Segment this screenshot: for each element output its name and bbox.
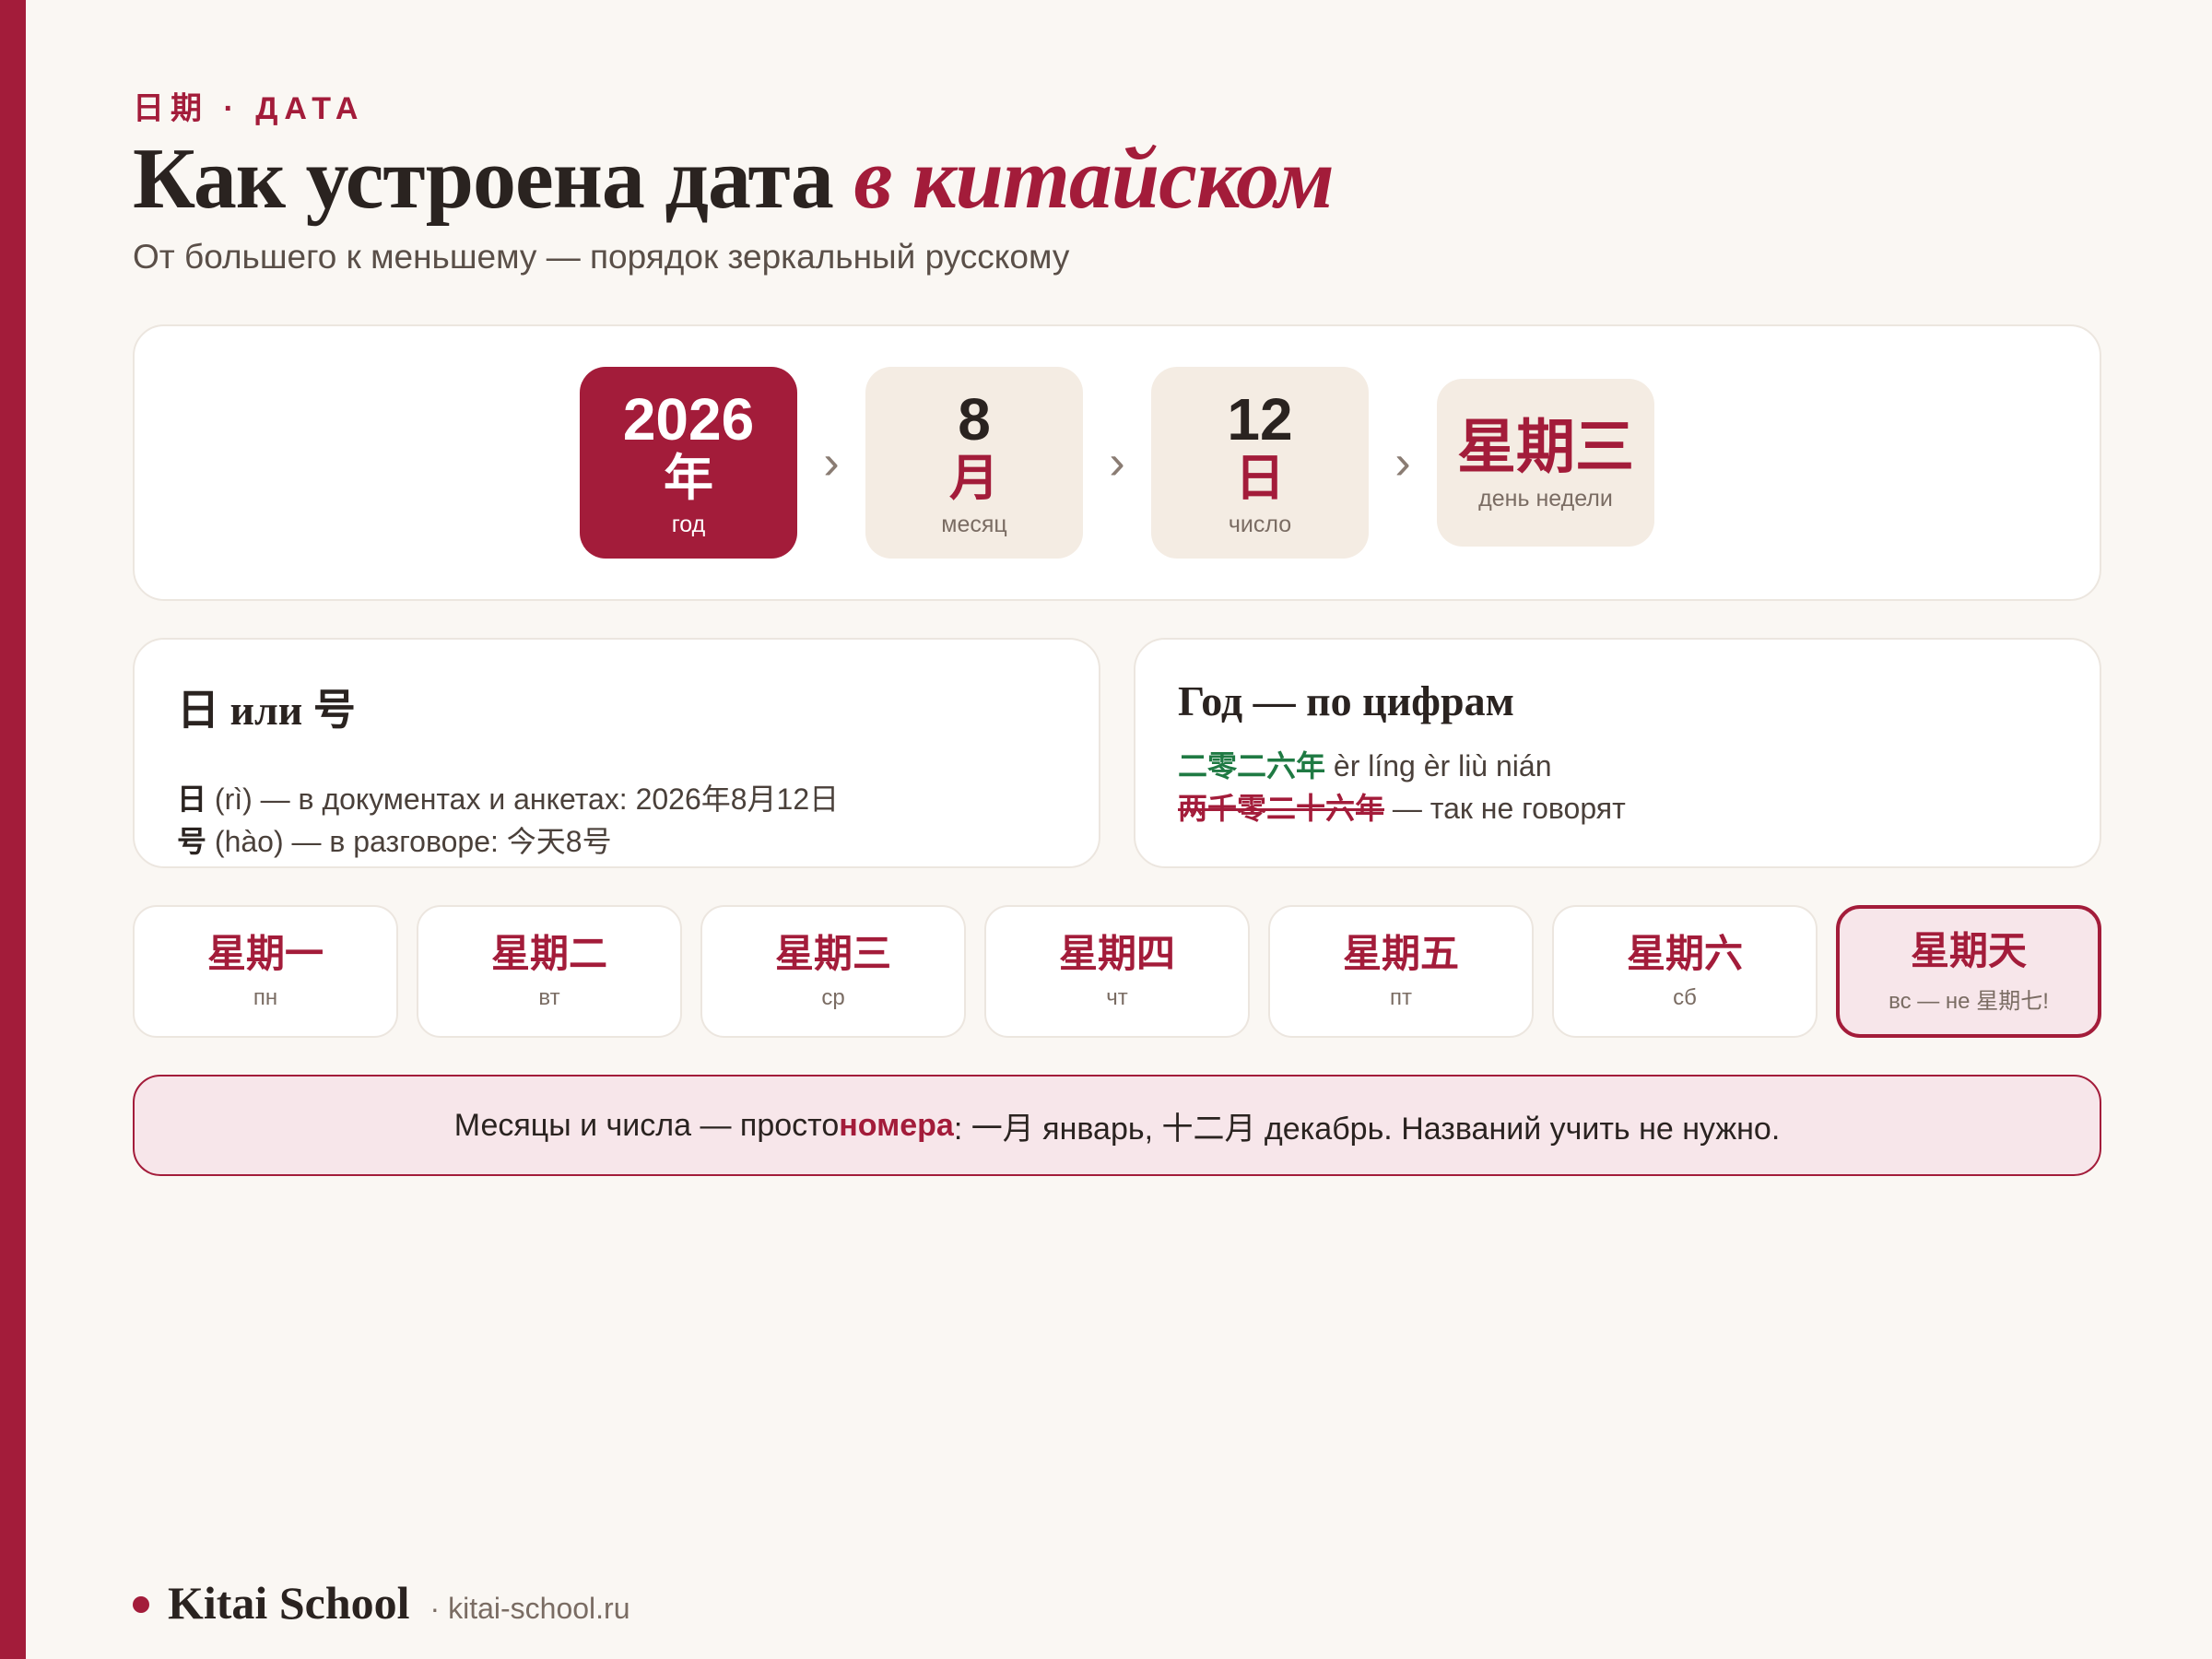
weekday-card-tue: 星期二 вт bbox=[417, 905, 682, 1038]
note-text-before: Месяцы и числа — просто bbox=[453, 1107, 840, 1143]
month-value: 8 bbox=[958, 385, 991, 453]
brand-name: Kitai School bbox=[168, 1577, 410, 1629]
hao-usage-line: 号 (hào) — в разговоре: 今天8号 bbox=[177, 818, 612, 861]
month-caption: месяц bbox=[941, 511, 1007, 537]
date-structure-card: 2026 年 год › 8 月 месяц › 12 日 число › 星期… bbox=[133, 324, 2101, 601]
wrong-year-line: 两千零二十六年 — так не говорят bbox=[1178, 785, 1626, 828]
brand-url[interactable]: · kitai-school.ru bbox=[430, 1592, 630, 1626]
ri-usage-line: 日 (rì) — в документах и анкетах: 2026年8月… bbox=[177, 776, 839, 818]
weekday-caption: вс — не 星期七! bbox=[1888, 988, 2049, 1014]
weekday-hanzi: 星期六 bbox=[1626, 932, 1743, 975]
ri-char: 日 bbox=[177, 782, 207, 816]
eyebrow-label: 日期 · ДАТА bbox=[133, 91, 365, 126]
weekday-hanzi: 星期四 bbox=[1058, 932, 1175, 975]
weekday-card-sat: 星期六 сб bbox=[1552, 905, 1818, 1038]
ri-or-hao-card: 日 или 号 日 (rì) — в документах и анкетах:… bbox=[133, 638, 1100, 868]
note-banner: Месяцы и числа — просто номера: 一月 январ… bbox=[133, 1075, 2101, 1176]
ri-or-hao-title: 日 или 号 bbox=[177, 687, 356, 734]
ri-text: (rì) — в документах и анкетах: 2026年8月12… bbox=[206, 782, 840, 816]
title-accent: в китайском bbox=[853, 131, 1334, 227]
weekday-hanzi: 星期五 bbox=[1342, 932, 1459, 975]
chevron-right-icon: › bbox=[1394, 436, 1411, 489]
correct-year-line: 二零二六年 èr líng èr liù nián bbox=[1178, 743, 1551, 785]
weekday-hanzi: 星期天 bbox=[1910, 928, 2027, 972]
note-highlight: номера bbox=[839, 1107, 954, 1143]
weekday-card-thu: 星期四 чт bbox=[984, 905, 1250, 1038]
weekday-caption: пн bbox=[253, 985, 278, 1010]
correct-year-pinyin: èr líng èr liù nián bbox=[1325, 749, 1552, 782]
date-part-month: 8 月 месяц bbox=[865, 367, 1083, 559]
year-digits-title: Год — по цифрам bbox=[1178, 677, 1514, 724]
weekday-caption: вт bbox=[538, 985, 560, 1010]
chevron-right-icon: › bbox=[823, 436, 840, 489]
date-part-year: 2026 年 год bbox=[580, 367, 797, 559]
weekday-card-sun: 星期天 вс — не 星期七! bbox=[1836, 905, 2101, 1038]
year-caption: год bbox=[671, 511, 706, 537]
date-part-weekday: 星期三 день недели bbox=[1437, 379, 1654, 547]
left-accent-bar bbox=[0, 0, 26, 1659]
page-title: Как устроена дата в китайском bbox=[133, 129, 1335, 229]
weekday-card-fri: 星期五 пт bbox=[1268, 905, 1534, 1038]
title-main: Как устроена дата bbox=[133, 131, 854, 227]
weekday-hanzi: 星期三 bbox=[1457, 413, 1634, 480]
note-text-after: : 一月 январь, 十二月 декабрь. Названий учить… bbox=[953, 1111, 1781, 1147]
wrong-year-note: — так не говорят bbox=[1384, 792, 1626, 825]
weekday-hanzi: 星期三 bbox=[774, 932, 891, 975]
weekday-caption: пт bbox=[1390, 985, 1412, 1010]
weekdays-row: 星期一 пн 星期二 вт 星期三 ср 星期四 чт 星期五 пт 星期六 с… bbox=[133, 905, 2101, 1038]
weekday-hanzi: 星期一 bbox=[206, 932, 324, 975]
chevron-right-icon: › bbox=[1109, 436, 1125, 489]
page-subtitle: От большего к меньшему — порядок зеркаль… bbox=[133, 238, 1070, 276]
hao-text: (hào) — в разговоре: 今天8号 bbox=[206, 825, 612, 858]
weekday-caption: сб bbox=[1673, 985, 1697, 1010]
weekday-caption: ср bbox=[821, 985, 845, 1010]
date-parts-row: 2026 年 год › 8 月 месяц › 12 日 число › 星期… bbox=[135, 367, 2100, 559]
weekday-card-mon: 星期一 пн bbox=[133, 905, 398, 1038]
weekday-caption: день недели bbox=[1478, 485, 1613, 512]
weekday-hanzi: 星期二 bbox=[490, 932, 607, 975]
hao-char: 号 bbox=[177, 825, 207, 858]
wrong-year-hanzi: 两千零二十六年 bbox=[1178, 792, 1385, 825]
month-hanzi: 月 bbox=[949, 450, 999, 506]
weekday-caption: чт bbox=[1106, 985, 1128, 1010]
footer: Kitai School · kitai-school.ru bbox=[133, 1576, 629, 1630]
year-digits-card: Год — по цифрам 二零二六年 èr líng èr liù niá… bbox=[1134, 638, 2101, 868]
day-value: 12 bbox=[1227, 385, 1293, 453]
brand-dot-icon bbox=[133, 1596, 149, 1613]
date-part-day: 12 日 число bbox=[1151, 367, 1369, 559]
weekday-card-wed: 星期三 ср bbox=[700, 905, 966, 1038]
day-hanzi: 日 bbox=[1235, 450, 1285, 506]
year-hanzi: 年 bbox=[664, 450, 713, 506]
correct-year-hanzi: 二零二六年 bbox=[1178, 749, 1326, 782]
year-value: 2026 bbox=[622, 385, 755, 453]
day-caption: число bbox=[1228, 511, 1292, 537]
